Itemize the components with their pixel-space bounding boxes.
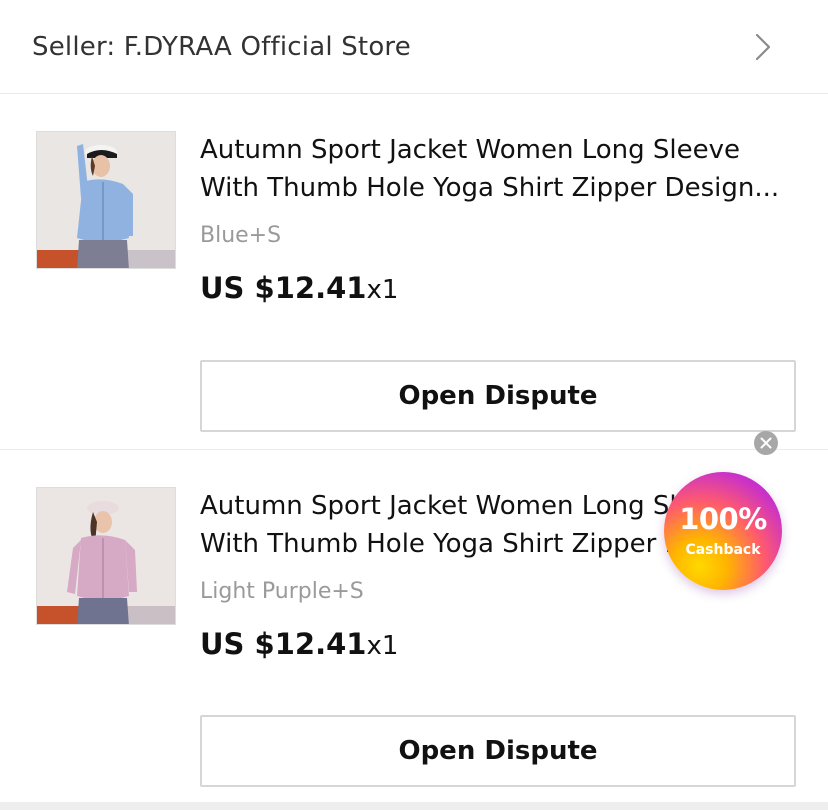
seller-name: Seller: F.DYRAA Official Store xyxy=(32,31,411,62)
section-divider xyxy=(0,802,828,810)
product-variant: Blue+S xyxy=(200,223,282,248)
product-quantity: x1 xyxy=(366,631,399,661)
seller-row[interactable]: Seller: F.DYRAA Official Store xyxy=(0,0,828,94)
close-icon[interactable] xyxy=(754,431,778,455)
product-thumbnail[interactable] xyxy=(36,131,176,269)
product-price: US $12.41 xyxy=(200,271,367,305)
open-dispute-button[interactable]: Open Dispute xyxy=(200,715,796,787)
product-thumbnail[interactable] xyxy=(36,487,176,625)
price-row: US $12.41x1 xyxy=(200,271,398,305)
product-title-line2: With Thumb Hole Yoga Shirt Zipper Design… xyxy=(200,173,780,203)
product-quantity: x1 xyxy=(366,275,399,305)
product-variant: Light Purple+S xyxy=(200,579,364,604)
cashback-percent: 100% xyxy=(679,502,767,536)
cashback-label: Cashback xyxy=(685,542,761,558)
open-dispute-button[interactable]: Open Dispute xyxy=(200,360,796,432)
product-title-line1: Autumn Sport Jacket Women Long Sleeve xyxy=(200,135,740,165)
order-item: Autumn Sport Jacket Women Long Sleeve Wi… xyxy=(0,95,828,450)
product-price: US $12.41 xyxy=(200,627,367,661)
chevron-right-icon xyxy=(755,33,771,61)
cashback-badge[interactable]: 100% Cashback xyxy=(664,472,782,590)
price-row: US $12.41x1 xyxy=(200,627,398,661)
product-title[interactable]: Autumn Sport Jacket Women Long Sleeve Wi… xyxy=(200,131,800,207)
